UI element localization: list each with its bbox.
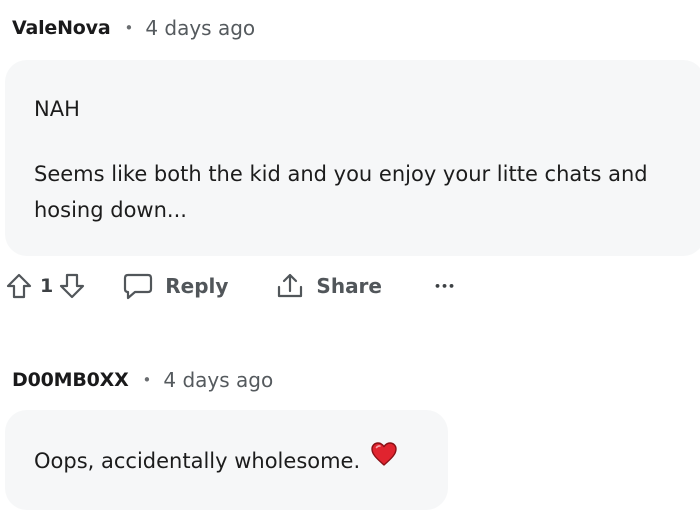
heart-emoji-icon [370,441,398,478]
comment-text: Oops, accidentally wholesome. [34,449,361,473]
more-options-button[interactable]: ••• [434,280,455,293]
vote-count: 1 [40,275,54,297]
comment-paragraph: NAH [34,97,80,121]
comment-body: Oops, accidentally wholesome. [5,410,448,510]
comment-paragraph: Seems like both the kid and you enjoy yo… [34,162,648,222]
share-button[interactable]: Share [276,272,382,300]
comment-header: ValeNova • 4 days ago [12,14,255,42]
reply-button[interactable]: Reply [123,272,228,300]
comment-header: D00MB0XX • 4 days ago [12,366,273,394]
comment-author[interactable]: D00MB0XX [12,369,129,391]
share-icon [276,272,304,300]
upvote-icon[interactable] [6,272,32,300]
comment-timestamp[interactable]: 4 days ago [145,16,255,40]
comment-author[interactable]: ValeNova [12,17,111,39]
separator-dot: • [124,19,134,37]
reply-label: Reply [165,274,229,298]
comment-timestamp[interactable]: 4 days ago [163,368,273,392]
share-label: Share [316,274,382,298]
comment-actions: 1 Reply Share ••• [0,267,455,305]
downvote-icon[interactable] [59,272,85,300]
comment-paragraph: Oops, accidentally wholesome. [34,441,428,479]
comment-body: NAH Seems like both the kid and you enjo… [5,60,700,256]
comment-icon [123,272,153,300]
separator-dot: • [142,371,152,389]
